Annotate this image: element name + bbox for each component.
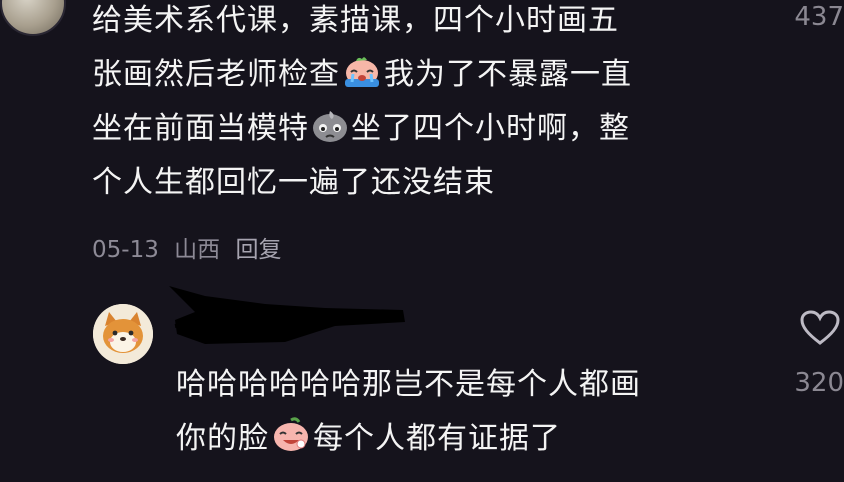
comment-location: 山西 <box>174 237 221 263</box>
like-count: 437 <box>794 2 844 32</box>
reply-button[interactable]: 回复 <box>235 237 281 263</box>
reply-avatar[interactable] <box>93 304 153 364</box>
comment-line-text: 坐在前面当模特 <box>92 111 309 146</box>
crying-emoji-icon <box>345 57 379 87</box>
sweat-emoji-icon <box>313 111 347 142</box>
commenter-avatar[interactable] <box>0 0 66 36</box>
comment-line-text: 我为了不暴露一直 <box>384 57 632 92</box>
comment-date: 05-13 <box>92 237 159 263</box>
comment-meta: 05-13 山西 回复 <box>92 230 289 264</box>
reply-line: 你的脸 每个人都有证据了 <box>176 412 641 466</box>
comment-line-text: 个人生都回忆一遍了还没结束 <box>92 165 495 200</box>
comment-line-text: 张画然后老师检查 <box>92 57 340 92</box>
reply-line: 哈哈哈哈哈哈那岂不是每个人都画 <box>176 358 641 412</box>
redacted-username <box>169 286 405 344</box>
comment-line: 个人生都回忆一遍了还没结束 <box>92 156 742 210</box>
shiba-dog-avatar-icon <box>93 304 153 364</box>
reply-line-text: 哈哈哈哈哈哈那岂不是每个人都画 <box>176 367 641 402</box>
comment-line: 张画然后老师检查 我为了不暴露一直 <box>92 48 742 102</box>
comment-line: 给美术系代课，素描课，四个小时画五 <box>92 0 742 48</box>
laughing-peach-emoji-icon <box>274 417 308 451</box>
main-comment: 给美术系代课，素描课，四个小时画五 张画然后老师检查 我为了不暴露一直 坐在前面… <box>92 0 742 210</box>
reply-like-count: 320 <box>794 368 844 398</box>
reply-line-text: 你的脸 <box>176 421 269 456</box>
comment-line: 坐在前面当模特 坐了四个小时啊，整 <box>92 102 742 156</box>
reply-comment-text: 哈哈哈哈哈哈那岂不是每个人都画 你的脸 每个人都有证据了 <box>176 358 641 466</box>
main-comment-text: 给美术系代课，素描课，四个小时画五 张画然后老师检查 我为了不暴露一直 坐在前面… <box>92 0 742 210</box>
heart-outline-icon[interactable] <box>800 310 840 346</box>
comment-line-text: 给美术系代课，素描课，四个小时画五 <box>92 3 619 38</box>
comment-line-text: 坐了四个小时啊，整 <box>351 111 630 146</box>
reply-line-text: 每个人都有证据了 <box>313 421 561 456</box>
